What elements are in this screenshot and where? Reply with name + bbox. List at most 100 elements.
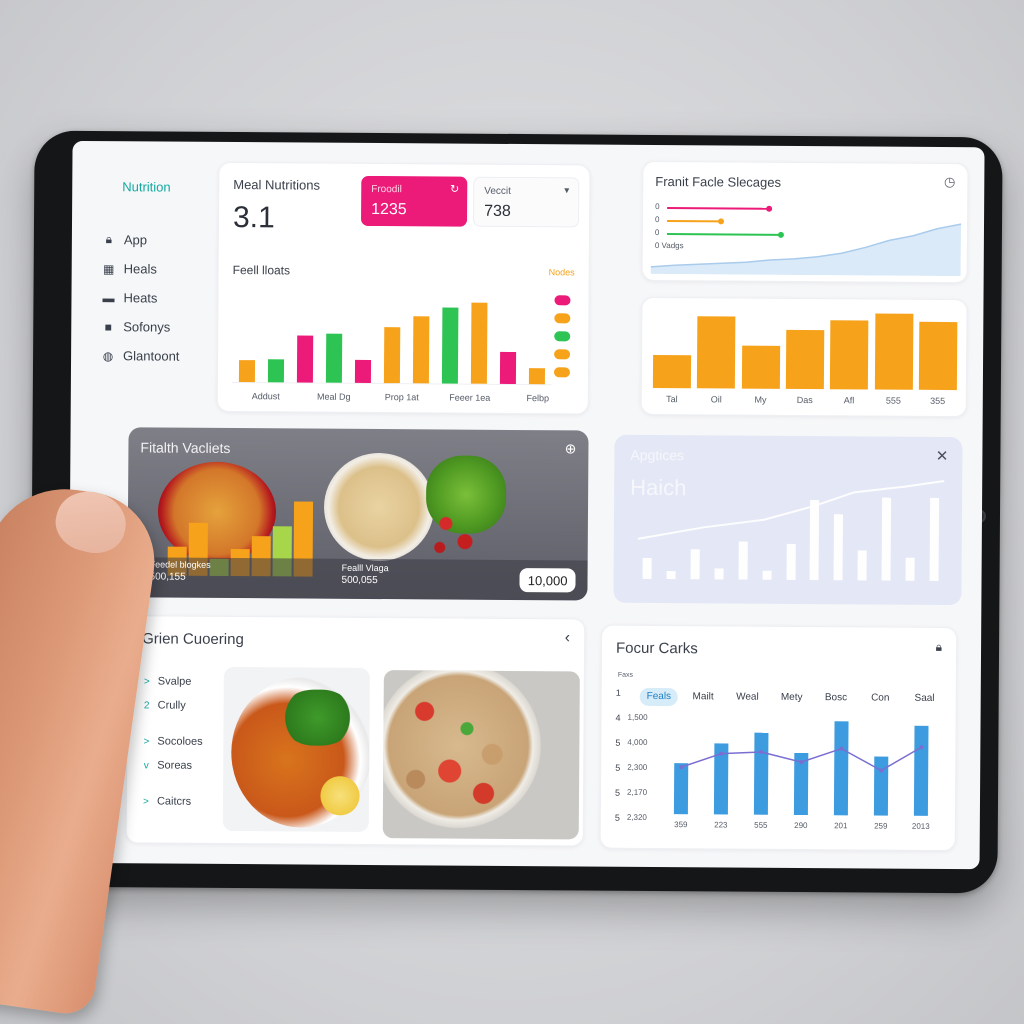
sidebar-item-heats[interactable]: ▬ Heats: [101, 283, 180, 313]
total-pill[interactable]: 10,000: [519, 568, 576, 593]
orange-categories: Tal Oil My Das Afl 555 355: [650, 394, 960, 410]
focus-trend-line: [679, 745, 924, 773]
secondary-stat[interactable]: Veccit 738 ▾: [472, 176, 580, 228]
orange-category-label: Tal: [666, 394, 678, 405]
orange-category-label: Afl: [843, 395, 855, 406]
sidebar-item-label: Glantoont: [123, 348, 180, 364]
health-card: Fitalth Vacliets ⊕ Feedel blogkes 500,15…: [127, 427, 589, 601]
caption-1-value: 500,155: [149, 571, 186, 583]
focus-x-label: 259: [874, 821, 888, 831]
food-bowl-pasta: [323, 452, 435, 562]
legend-dot: [554, 295, 571, 306]
orange-bar-chart: [650, 310, 961, 391]
tab-saal[interactable]: Saal: [905, 690, 943, 708]
app-screen: Nutrition 🔒︎ App ▦ Heals ▬ Heats ■ Sofonys ◍ Glan…: [67, 140, 985, 870]
focus-line-point: [759, 749, 764, 754]
lock-icon[interactable]: 🔒︎: [936, 640, 942, 655]
tab-mailt[interactable]: Mailt: [684, 688, 722, 706]
focus-x-label: 359: [674, 820, 688, 830]
meal-bar: [296, 335, 313, 383]
focus-tabs: Feals Mailt Weal Mety Bosc Con Saal: [639, 687, 950, 710]
y-tick-index: 5: [614, 812, 620, 823]
list-marker-icon: 2: [143, 699, 150, 711]
chevron-left-icon[interactable]: ‹: [565, 629, 570, 647]
focus-line-point: [919, 745, 924, 750]
list-title: Grien Cuoering: [142, 630, 244, 649]
faded-bar: [642, 558, 653, 579]
focus-x-label: 223: [714, 820, 728, 830]
y-tick-index: 5: [615, 762, 621, 773]
orange-category-label: 555: [885, 395, 901, 406]
orange-bar: [653, 355, 692, 389]
meal-bar: [383, 327, 401, 384]
grid-icon: ▦: [102, 261, 115, 276]
soup-image[interactable]: [222, 666, 370, 832]
focus-line-point: [719, 751, 724, 756]
faded-bar: [929, 498, 939, 581]
y-tick: 5 4,000: [615, 738, 661, 752]
faded-bar: [833, 514, 844, 581]
lock-icon: 🔒︎: [105, 232, 113, 247]
meal-bar: [500, 351, 517, 384]
list-item-svalpe[interactable]: > Svalpe: [142, 672, 192, 690]
meal-legend-dots: [553, 295, 575, 385]
y-tick: 5 2,320: [615, 813, 661, 827]
y-tick: 4 1,500: [616, 713, 662, 727]
focus-x-label: 201: [834, 821, 848, 831]
total-pill-value: 10,000: [527, 572, 568, 588]
faded-bar-chart: [636, 485, 947, 581]
list-item-socoloes[interactable]: > Socoloes: [141, 732, 202, 750]
orange-category-label: Oil: [710, 394, 722, 405]
tab-mety[interactable]: Mety: [772, 689, 810, 707]
orange-bar: [697, 316, 736, 389]
legend-dot: [553, 367, 571, 378]
y-tick: 1: [616, 688, 662, 702]
meal-bar-chart: [231, 293, 553, 386]
tab-bosc[interactable]: Bosc: [817, 689, 855, 707]
focus-x-label: 290: [794, 820, 808, 831]
orange-bar: [741, 345, 780, 389]
meal-category-label: Feeer 1ea: [449, 392, 491, 403]
clock-icon[interactable]: ◷: [944, 174, 955, 190]
orange-bar: [830, 320, 869, 390]
faded-bar: [857, 550, 867, 581]
y-tick-index: 4: [615, 712, 621, 723]
list-item-caitcrs[interactable]: > Caitcrs: [141, 792, 191, 810]
list-item-label: Crully: [157, 699, 186, 712]
list-item-soreas[interactable]: v Soreas: [141, 756, 192, 774]
sidebar-item-heals[interactable]: ▦ Heals: [102, 254, 181, 284]
meal-bar: [471, 302, 488, 384]
y-tick-index: 5: [615, 787, 621, 798]
tablet-device: Nutrition 🔒︎ App ▦ Heals ▬ Heats ■ Sofonys ◍ Glan…: [29, 130, 1003, 894]
list-item-label: Soreas: [157, 759, 193, 772]
focus-line-point: [839, 746, 844, 751]
y-tick-value: 2,320: [626, 812, 647, 822]
sidebar-item-label: Heats: [123, 290, 158, 306]
chevron-down-icon[interactable]: ▾: [564, 185, 569, 196]
salad-image[interactable]: [382, 670, 580, 840]
sidebar-item-label: Sofonys: [123, 319, 171, 335]
meal-bar: [529, 367, 546, 385]
corner-label: Faxs: [617, 671, 634, 679]
faded-bar: [786, 544, 796, 580]
caption-2-value: 500,055: [341, 574, 378, 587]
herb-garnish: [281, 689, 354, 746]
meal-bar: [238, 360, 255, 383]
faded-bar: [762, 570, 772, 580]
list-marker-icon: >: [143, 795, 149, 807]
refresh-icon[interactable]: ↻: [450, 183, 459, 196]
badge-card[interactable]: Froodil 1235 ↻: [360, 175, 468, 227]
sidebar-item-sofonys[interactable]: ■ Sofonys: [101, 312, 180, 342]
list-item-crully[interactable]: 2 Crully: [142, 696, 186, 714]
sidebar-item-label: App: [123, 232, 148, 248]
sidebar-item-app[interactable]: 🔒︎ App: [102, 225, 181, 255]
badge-label: Froodil: [371, 183, 402, 196]
brand-title: Nutrition: [122, 179, 171, 195]
badge-value: 1235: [371, 200, 407, 219]
tab-con[interactable]: Con: [861, 689, 899, 707]
sidebar-item-glantoont[interactable]: ◍ Glantoont: [101, 341, 180, 371]
trend-card: Franit Facle Slecages ◷ 0000 Vadgs: [641, 160, 969, 284]
info-icon[interactable]: ⊕: [565, 440, 577, 457]
tab-weal[interactable]: Weal: [728, 688, 766, 706]
salad-bowl: [382, 670, 544, 832]
